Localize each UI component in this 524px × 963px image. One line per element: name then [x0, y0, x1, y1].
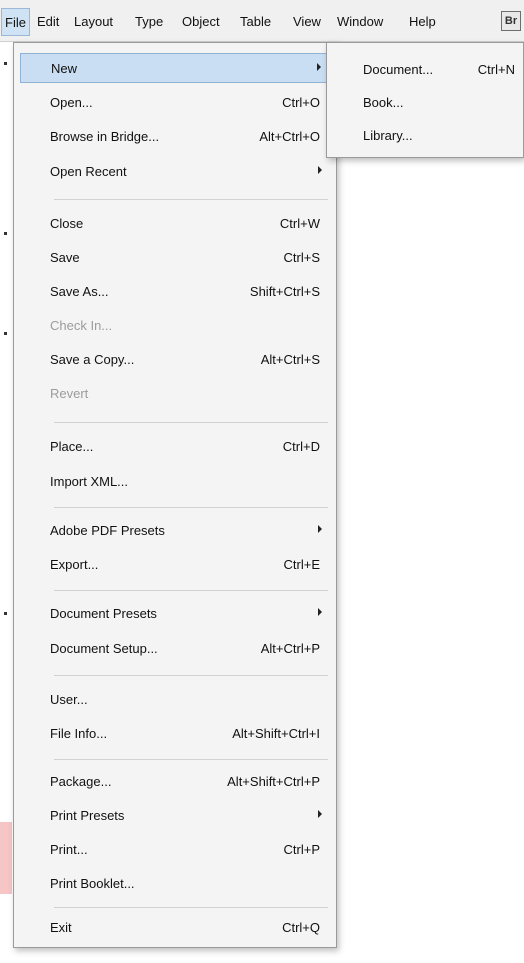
menu-item-label: Browse in Bridge...	[50, 129, 160, 144]
menu-item-label: Document...	[363, 62, 434, 77]
menu-window[interactable]: Window	[335, 10, 385, 34]
menu-item-shortcut: Ctrl+O	[282, 95, 320, 110]
menu-item-user[interactable]: User...	[20, 685, 330, 715]
submenu-arrow-icon	[318, 166, 322, 174]
menu-item-label: Close	[50, 216, 84, 231]
menu-item-save-a-copy[interactable]: Save a Copy... Alt+Ctrl+S	[20, 345, 330, 375]
menu-type[interactable]: Type	[133, 10, 165, 34]
menu-item-label: Adobe PDF Presets	[50, 523, 165, 538]
menu-item-import-xml[interactable]: Import XML...	[20, 467, 330, 497]
submenu-arrow-icon	[318, 810, 322, 818]
menu-item-shortcut: Shift+Ctrl+S	[249, 284, 320, 299]
menu-item-shortcut: Alt+Shift+Ctrl+I	[232, 726, 320, 741]
menu-object[interactable]: Object	[180, 10, 222, 34]
menu-item-check-in: Check In...	[20, 311, 330, 341]
menu-file[interactable]: File	[1, 8, 30, 36]
menu-item-new[interactable]: New	[20, 53, 330, 83]
menu-item-browse-in-bridge[interactable]: Browse in Bridge... Alt+Ctrl+O	[20, 122, 330, 152]
menu-item-label: Book...	[363, 95, 404, 110]
bridge-icon[interactable]: Br	[501, 11, 521, 31]
menu-item-close[interactable]: Close Ctrl+W	[20, 209, 330, 239]
menu-item-label: File Info...	[50, 726, 108, 741]
menu-separator	[54, 199, 328, 200]
menu-item-label: Export...	[50, 557, 99, 572]
menu-table[interactable]: Table	[238, 10, 273, 34]
menu-separator	[54, 422, 328, 423]
menu-item-label: Exit	[50, 920, 72, 935]
ruler-mark	[4, 62, 7, 65]
menu-item-label: Save As...	[50, 284, 109, 299]
menu-item-document-presets[interactable]: Document Presets	[20, 599, 330, 629]
menu-item-label: Save	[50, 250, 80, 265]
menu-help[interactable]: Help	[407, 10, 438, 34]
menu-item-label: Check In...	[50, 318, 113, 333]
menu-item-label: Open Recent	[50, 164, 127, 179]
menu-item-label: User...	[50, 692, 88, 707]
menu-item-label: Document Presets	[50, 606, 157, 621]
menu-item-document-setup[interactable]: Document Setup... Alt+Ctrl+P	[20, 634, 330, 664]
menu-item-shortcut: Ctrl+D	[282, 439, 320, 454]
menu-separator	[54, 675, 328, 676]
menu-item-print-booklet[interactable]: Print Booklet...	[20, 869, 330, 899]
submenu-arrow-icon	[317, 63, 321, 71]
menu-item-shortcut: Alt+Ctrl+P	[260, 641, 320, 656]
submenu-item-book[interactable]: Book...	[327, 88, 523, 118]
menu-item-file-info[interactable]: File Info... Alt+Shift+Ctrl+I	[20, 719, 330, 749]
menu-item-open-recent[interactable]: Open Recent	[20, 157, 330, 187]
app-window: File Edit Layout Type Object Table View …	[0, 0, 524, 963]
menu-item-exit[interactable]: Exit Ctrl+Q	[20, 913, 330, 943]
ruler-mark	[4, 332, 7, 335]
menu-item-label: Print...	[50, 842, 88, 857]
menu-edit[interactable]: Edit	[35, 10, 61, 34]
menu-item-label: Revert	[50, 386, 89, 401]
menu-separator	[54, 759, 328, 760]
menu-item-shortcut: Ctrl+P	[283, 842, 320, 857]
menu-item-shortcut: Ctrl+E	[283, 557, 320, 572]
menu-item-label: Place...	[50, 439, 94, 454]
menu-item-shortcut: Ctrl+W	[279, 216, 320, 231]
submenu-arrow-icon	[318, 525, 322, 533]
menu-item-shortcut: Ctrl+S	[283, 250, 320, 265]
menu-item-print[interactable]: Print... Ctrl+P	[20, 835, 330, 865]
file-menu: New Open... Ctrl+O Browse in Bridge... A…	[13, 42, 337, 948]
ruler-mark	[4, 232, 7, 235]
menu-item-shortcut: Ctrl+Q	[282, 920, 320, 935]
menu-separator	[54, 907, 328, 908]
menu-item-label: Print Presets	[50, 808, 125, 823]
menu-item-label: Document Setup...	[50, 641, 158, 656]
menu-item-save-as[interactable]: Save As... Shift+Ctrl+S	[20, 277, 330, 307]
menu-item-export[interactable]: Export... Ctrl+E	[20, 550, 330, 580]
menu-layout[interactable]: Layout	[72, 10, 115, 34]
menu-item-place[interactable]: Place... Ctrl+D	[20, 432, 330, 462]
menu-separator	[54, 507, 328, 508]
menu-item-open[interactable]: Open... Ctrl+O	[20, 88, 330, 118]
menu-item-label: New	[51, 61, 78, 76]
menu-item-label: Import XML...	[50, 474, 129, 489]
submenu-item-library[interactable]: Library...	[327, 121, 523, 151]
background-document-edge	[0, 822, 12, 894]
submenu-item-document[interactable]: Document... Ctrl+N	[327, 55, 523, 85]
menu-item-package[interactable]: Package... Alt+Shift+Ctrl+P	[20, 767, 330, 797]
menu-item-shortcut: Alt+Ctrl+S	[260, 352, 320, 367]
menu-item-label: Save a Copy...	[50, 352, 135, 367]
menubar: File Edit Layout Type Object Table View …	[0, 0, 524, 42]
menu-item-save[interactable]: Save Ctrl+S	[20, 243, 330, 273]
menu-item-label: Print Booklet...	[50, 876, 135, 891]
menu-item-print-presets[interactable]: Print Presets	[20, 801, 330, 831]
menu-view[interactable]: View	[291, 10, 323, 34]
menu-item-shortcut: Alt+Ctrl+O	[259, 129, 320, 144]
ruler-mark	[4, 612, 7, 615]
menu-item-shortcut: Ctrl+N	[477, 62, 515, 77]
menu-item-label: Open...	[50, 95, 93, 110]
menu-item-revert: Revert	[20, 379, 330, 409]
submenu-arrow-icon	[318, 608, 322, 616]
menu-item-label: Package...	[50, 774, 112, 789]
menu-item-label: Library...	[363, 128, 413, 143]
new-submenu: Document... Ctrl+N Book... Library...	[326, 42, 524, 158]
menu-item-shortcut: Alt+Shift+Ctrl+P	[227, 774, 320, 789]
menu-item-adobe-pdf-presets[interactable]: Adobe PDF Presets	[20, 516, 330, 546]
menu-separator	[54, 590, 328, 591]
